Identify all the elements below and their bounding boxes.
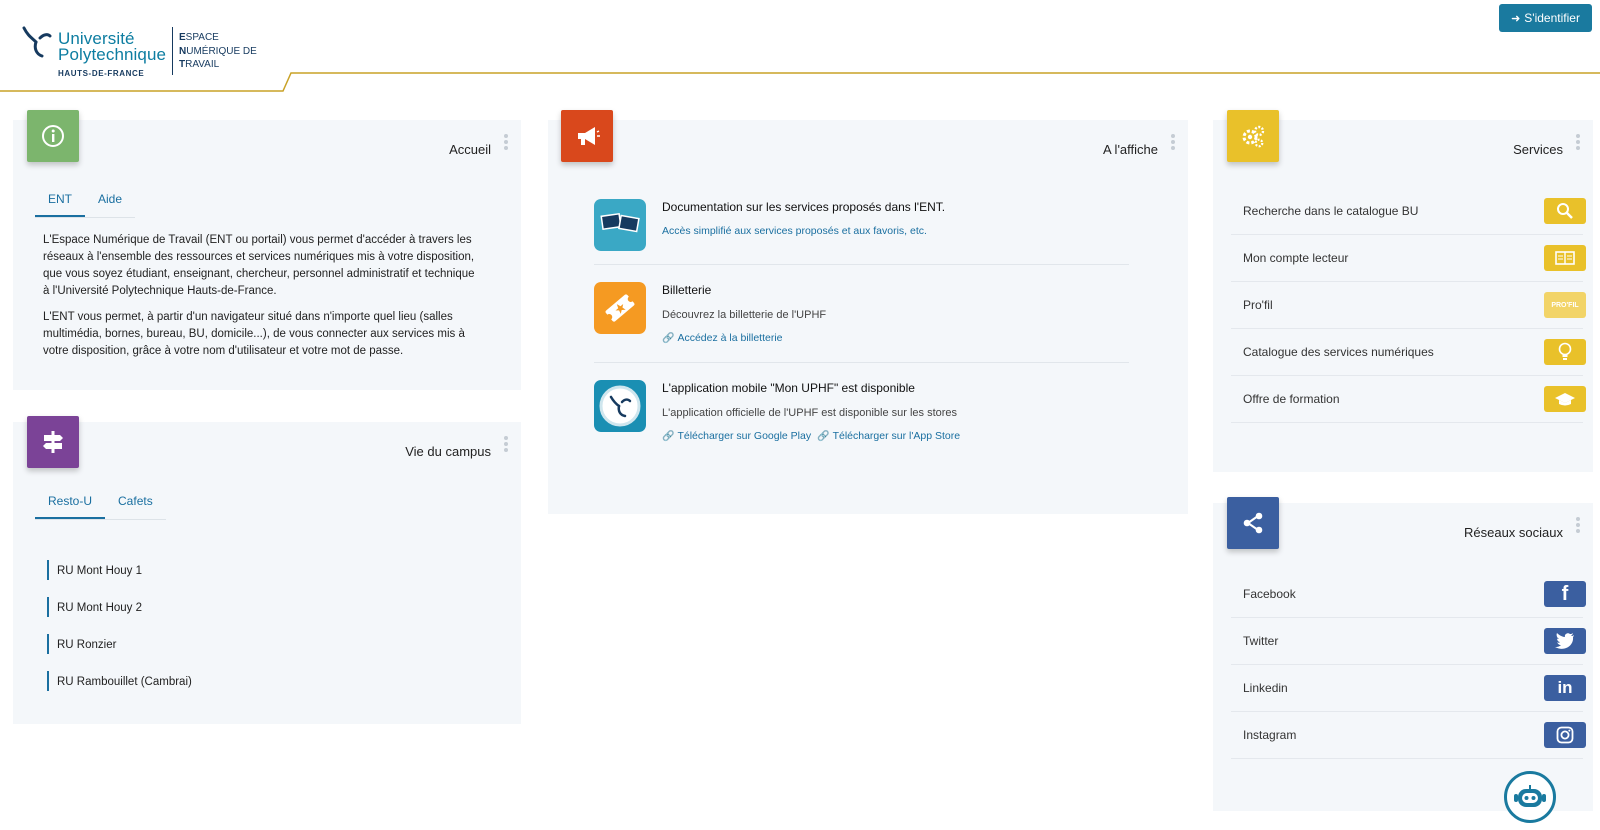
card-services: Services Recherche dans le catalogue BU … xyxy=(1213,120,1593,472)
service-item[interactable]: Offre de formation xyxy=(1231,376,1586,423)
services-list: Recherche dans le catalogue BU Mon compt… xyxy=(1231,188,1586,423)
book-icon[interactable] xyxy=(1544,245,1586,271)
card-title: Services xyxy=(1513,142,1563,157)
signpost-icon xyxy=(43,431,63,453)
card-menu-dots-icon[interactable] xyxy=(1171,134,1175,150)
mobile-app-icon xyxy=(594,380,646,432)
list-item[interactable]: RU Ronzier xyxy=(47,626,192,663)
logo-ent-label: ESPACE NUMÉRIQUE DE TRAVAIL xyxy=(179,32,257,70)
gears-icon xyxy=(1242,125,1265,148)
megaphone-icon xyxy=(578,127,600,145)
news-item: Billetterie Découvrez la billetterie de … xyxy=(594,282,1129,362)
accueil-badge xyxy=(27,110,79,162)
facebook-icon[interactable]: f xyxy=(1544,581,1586,607)
service-item[interactable]: Catalogue des services numériques xyxy=(1231,329,1586,376)
profil-icon[interactable]: PRO'FIL xyxy=(1544,292,1586,318)
card-accueil: Accueil ENT Aide L'Espace Numérique de T… xyxy=(13,120,521,390)
list-item[interactable]: RU Mont Houy 1 xyxy=(47,552,192,589)
list-item[interactable]: RU Mont Houy 2 xyxy=(47,589,192,626)
card-vie-du-campus: Vie du campus Resto-U Cafets RU Mont Hou… xyxy=(13,422,521,724)
ticket-icon xyxy=(594,282,646,334)
social-item[interactable]: Facebook f xyxy=(1231,571,1586,618)
affiche-badge xyxy=(561,110,613,162)
tab-aide[interactable]: Aide xyxy=(85,192,135,217)
linkedin-icon[interactable]: in xyxy=(1544,675,1586,701)
card-title: A l'affiche xyxy=(1102,142,1158,157)
tab-ent[interactable]: ENT xyxy=(35,192,85,217)
twitter-icon[interactable] xyxy=(1544,628,1586,654)
card-title: Réseaux sociaux xyxy=(1464,525,1563,540)
news-link[interactable]: Accès simplifié aux services proposés et… xyxy=(662,225,927,237)
header: Université Polytechnique HAUTS-DE-FRANCE… xyxy=(0,0,1600,96)
lightbulb-icon[interactable] xyxy=(1544,339,1586,365)
service-item[interactable]: Recherche dans le catalogue BU xyxy=(1231,188,1586,235)
accueil-paragraph: L'Espace Numérique de Travail (ENT ou po… xyxy=(43,234,475,297)
login-button-label: S'identifier xyxy=(1524,11,1580,25)
service-item[interactable]: Pro'fil PRO'FIL xyxy=(1231,282,1586,329)
ru-list: RU Mont Houy 1 RU Mont Houy 2 RU Ronzier… xyxy=(47,552,192,700)
card-title: Accueil xyxy=(449,142,491,157)
accueil-description: L'Espace Numérique de Travail (ENT ou po… xyxy=(43,232,483,369)
card-menu-dots-icon[interactable] xyxy=(1576,134,1580,150)
tab-resto-u[interactable]: Resto-U xyxy=(35,494,106,519)
card-menu-dots-icon[interactable] xyxy=(1576,517,1580,533)
divider xyxy=(594,264,1129,265)
news-description: L'application officielle de l'UPHF est d… xyxy=(662,407,958,419)
campus-tabs: Resto-U Cafets xyxy=(35,494,166,520)
news-item: Documentation sur les services proposés … xyxy=(594,199,1129,259)
link-icon: 🔗 xyxy=(662,333,675,344)
documentation-icon xyxy=(594,199,646,251)
share-icon xyxy=(1243,512,1263,534)
university-logo[interactable]: Université Polytechnique HAUTS-DE-FRANCE… xyxy=(18,22,288,82)
app-store-link[interactable]: 🔗 Télécharger sur l'App Store xyxy=(817,430,960,442)
card-a-l-affiche: A l'affiche Documentation sur les servic… xyxy=(548,120,1188,514)
search-icon[interactable] xyxy=(1544,198,1586,224)
info-icon xyxy=(42,125,64,147)
card-reseaux-sociaux: Réseaux sociaux Facebook f Twitter Linke… xyxy=(1213,503,1593,811)
social-list: Facebook f Twitter Linkedin in Instagram xyxy=(1231,571,1586,759)
social-item[interactable]: Instagram xyxy=(1231,712,1586,759)
social-item[interactable]: Twitter xyxy=(1231,618,1586,665)
list-item[interactable]: RU Rambouillet (Cambrai) xyxy=(47,663,192,700)
chatbot-button[interactable] xyxy=(1504,771,1556,823)
news-description: Découvrez la billetterie de l'UPHF xyxy=(662,309,827,321)
logo-separator xyxy=(172,27,173,75)
link-icon: 🔗 xyxy=(662,431,675,442)
instagram-icon[interactable] xyxy=(1544,722,1586,748)
news-item: L'application mobile "Mon UPHF" est disp… xyxy=(594,380,1129,460)
divider xyxy=(594,362,1129,363)
logo-region: HAUTS-DE-FRANCE xyxy=(58,69,145,78)
news-title[interactable]: Billetterie xyxy=(662,283,1132,297)
sign-in-icon: ➜ xyxy=(1511,12,1521,25)
logo-university-name: Université Polytechnique xyxy=(58,29,167,64)
social-badge xyxy=(1227,497,1279,549)
robot-icon xyxy=(1514,785,1546,807)
graduation-cap-icon[interactable] xyxy=(1544,386,1586,412)
news-title[interactable]: L'application mobile "Mon UPHF" est disp… xyxy=(662,381,1132,395)
news-title[interactable]: Documentation sur les services proposés … xyxy=(662,200,1132,214)
ticket-link[interactable]: 🔗 Accédez à la billetterie xyxy=(662,332,783,344)
logo-mark-icon xyxy=(22,26,52,58)
accueil-tabs: ENT Aide xyxy=(35,192,136,218)
campus-badge xyxy=(27,416,79,468)
service-item[interactable]: Mon compte lecteur xyxy=(1231,235,1586,282)
google-play-link[interactable]: 🔗 Télécharger sur Google Play xyxy=(662,430,811,442)
card-menu-dots-icon[interactable] xyxy=(504,436,508,452)
accueil-paragraph: L'ENT vous permet, à partir d'un navigat… xyxy=(43,311,465,357)
link-icon: 🔗 xyxy=(817,431,830,442)
card-menu-dots-icon[interactable] xyxy=(504,134,508,150)
social-item[interactable]: Linkedin in xyxy=(1231,665,1586,712)
tab-cafets[interactable]: Cafets xyxy=(105,494,166,519)
services-badge xyxy=(1227,110,1279,162)
login-button[interactable]: ➜ S'identifier xyxy=(1499,4,1592,32)
card-title: Vie du campus xyxy=(405,444,491,459)
